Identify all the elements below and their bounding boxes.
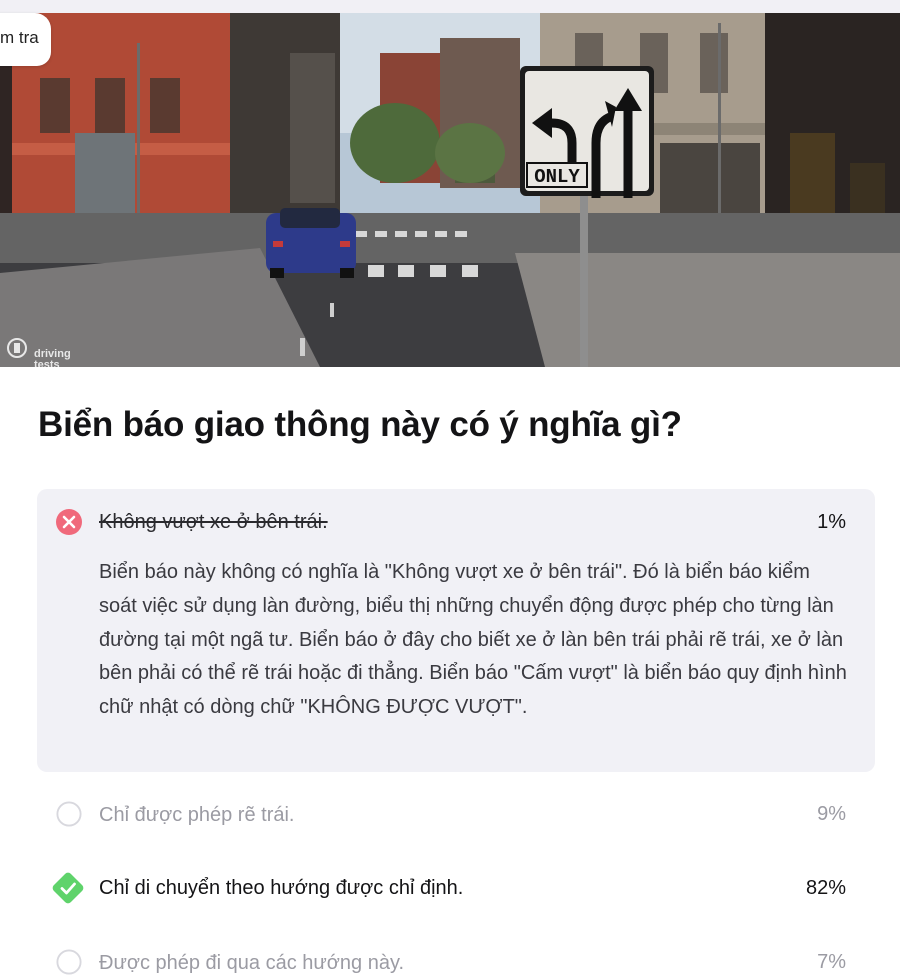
- answer-label-3: Chỉ di chuyển theo hướng được chỉ định.: [99, 877, 464, 899]
- radio-circle-icon: [56, 801, 82, 827]
- answer-percent-1: 1%: [817, 511, 846, 533]
- answer-label-2: Chỉ được phép rẽ trái.: [99, 804, 295, 826]
- watermark-line2: tests: [34, 359, 60, 368]
- wrong-icon: [56, 509, 82, 535]
- test-tab-label: m tra: [0, 28, 39, 47]
- test-tab[interactable]: m tra: [0, 13, 51, 66]
- answer-percent-3: 82%: [805, 877, 846, 899]
- correct-check-icon: [52, 872, 84, 904]
- answer-percent-2: 9%: [817, 803, 846, 825]
- top-strip: [0, 0, 900, 13]
- question-image: ONLY driving tests: [0, 13, 900, 367]
- drivingtests-watermark: driving tests: [8, 349, 78, 368]
- radio-circle-icon: [56, 949, 82, 975]
- answer-explanation: Biển báo này không có nghĩa là "Không vư…: [99, 561, 847, 719]
- question-title: Biển báo giao thông này có ý nghĩa gì?: [38, 405, 682, 444]
- answer-percent-4: 7%: [817, 951, 846, 973]
- answer-label-1: Không vượt xe ở bên trái.: [99, 511, 328, 533]
- answer-label-4: Được phép đi qua các hướng này.: [99, 952, 405, 974]
- sign-text: ONLY: [534, 166, 580, 188]
